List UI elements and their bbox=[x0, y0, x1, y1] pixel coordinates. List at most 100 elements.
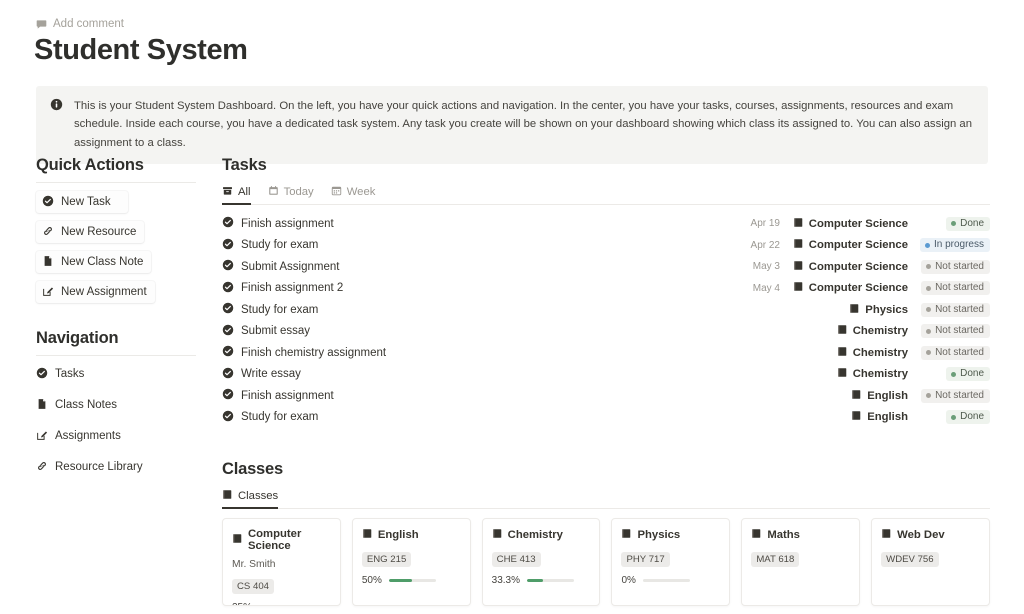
task-name: Finish assignment 2 bbox=[241, 282, 344, 294]
task-row[interactable]: Submit Assignment May 3 Computer Science… bbox=[222, 256, 990, 277]
status-label: Done bbox=[960, 368, 984, 379]
task-row[interactable]: Finish chemistry assignment Chemistry No… bbox=[222, 342, 990, 363]
task-name: Finish chemistry assignment bbox=[241, 346, 387, 359]
class-code-chip: WDEV 756 bbox=[881, 551, 939, 567]
class-card-computer-science[interactable]: Computer Science Mr. Smith CS 404 25% bbox=[222, 517, 341, 606]
status-badge: Not started bbox=[921, 259, 990, 274]
task-meta: English Not started bbox=[738, 388, 990, 403]
sidebar-item-assignments[interactable]: Assignments bbox=[36, 426, 196, 446]
quick-actions-heading: Quick Actions bbox=[36, 156, 144, 174]
progress-track bbox=[527, 578, 575, 582]
class-card-english[interactable]: English ENG 215 50% bbox=[351, 517, 471, 606]
sidebar-item-tasks[interactable]: Tasks bbox=[36, 364, 196, 384]
task-class[interactable]: English bbox=[790, 389, 908, 403]
sidebar-item-resource-library[interactable]: Resource Library bbox=[36, 457, 196, 477]
task-class[interactable]: Chemistry bbox=[790, 324, 908, 338]
tab-label: Week bbox=[346, 186, 376, 198]
tab-all[interactable]: All bbox=[222, 185, 251, 205]
task-row[interactable]: Finish assignment 2 May 4 Computer Scien… bbox=[222, 278, 990, 299]
task-name-cell: Finish assignment 2 bbox=[222, 281, 738, 296]
task-name-cell: Finish assignment bbox=[222, 388, 738, 403]
task-class[interactable]: English bbox=[790, 410, 908, 424]
task-class[interactable]: Computer Science bbox=[790, 238, 908, 252]
task-class-label: Computer Science bbox=[808, 217, 908, 230]
task-class[interactable]: Chemistry bbox=[790, 367, 908, 381]
class-card-physics[interactable]: Physics PHY 717 0% bbox=[611, 517, 731, 606]
task-class[interactable]: Computer Science bbox=[790, 217, 908, 231]
task-name: Submit Assignment bbox=[241, 260, 340, 273]
task-class-label: English bbox=[867, 411, 908, 423]
task-class-label: Chemistry bbox=[852, 368, 908, 380]
class-name: Computer Science bbox=[248, 527, 302, 552]
task-name: Submit essay bbox=[241, 325, 311, 337]
check-circle-icon bbox=[222, 367, 234, 382]
task-meta: English Done bbox=[738, 410, 990, 424]
task-class[interactable]: Chemistry bbox=[790, 346, 908, 360]
task-row[interactable]: Study for exam English Done bbox=[222, 407, 990, 428]
task-meta: Apr 22 Computer Science In progress bbox=[738, 238, 990, 252]
calendar-week-icon bbox=[331, 185, 342, 199]
classes-section: Classes Classes Computer Science Mr. Smi… bbox=[222, 460, 990, 606]
class-card-chemistry[interactable]: Chemistry CHE 413 33.3% bbox=[481, 517, 601, 606]
status-dot bbox=[926, 350, 932, 355]
task-name-cell: Write essay bbox=[222, 367, 738, 382]
tab-label: Classes bbox=[238, 489, 279, 502]
class-progress: 33.3% bbox=[492, 575, 591, 586]
quick-action-new-task[interactable]: New Task bbox=[36, 191, 128, 213]
status-badge: Done bbox=[946, 216, 990, 231]
info-icon bbox=[50, 98, 63, 116]
status-badge: Not started bbox=[921, 324, 990, 338]
class-card-grid: Computer Science Mr. Smith CS 404 25% En… bbox=[222, 517, 990, 606]
class-card-title: Maths bbox=[751, 528, 850, 542]
task-class[interactable]: Physics bbox=[790, 303, 908, 317]
book-icon bbox=[793, 238, 804, 252]
task-row[interactable]: Write essay Chemistry Done bbox=[222, 364, 990, 385]
class-teacher: Mr. Smith bbox=[232, 558, 276, 570]
task-class[interactable]: Computer Science bbox=[790, 260, 908, 274]
status-dot bbox=[926, 328, 932, 334]
task-date: May 3 bbox=[752, 261, 780, 272]
sidebar-item-class-notes[interactable]: Class Notes bbox=[36, 395, 196, 415]
status-badge-wrap: Done bbox=[918, 216, 990, 231]
quick-action-new-resource[interactable]: New Resource bbox=[36, 221, 145, 243]
task-row[interactable]: Study for exam Physics Not started bbox=[222, 299, 990, 320]
sidebar-item-label: Resource Library bbox=[55, 461, 143, 473]
task-name-cell: Submit essay bbox=[222, 324, 738, 339]
add-comment-label: Add comment bbox=[53, 18, 124, 30]
task-class[interactable]: Computer Science bbox=[790, 281, 908, 295]
tab-today[interactable]: Today bbox=[268, 185, 314, 205]
status-label: Not started bbox=[935, 303, 984, 315]
quick-action-new-assignment[interactable]: New Assignment bbox=[36, 281, 155, 303]
class-card-maths[interactable]: Maths MAT 618 bbox=[741, 517, 861, 606]
sidebar-item-label: Class Notes bbox=[55, 399, 117, 411]
add-comment-button[interactable]: Add comment bbox=[36, 18, 124, 30]
status-dot bbox=[926, 393, 932, 398]
task-row[interactable]: Study for exam Apr 22 Computer Science I… bbox=[222, 235, 990, 256]
main-content: Tasks All Today Week Finish assignment A… bbox=[222, 156, 990, 606]
task-row[interactable]: Submit essay Chemistry Not started bbox=[222, 321, 990, 342]
tab-week[interactable]: Week bbox=[331, 185, 376, 205]
book-icon bbox=[881, 528, 892, 542]
class-card-web-dev[interactable]: Web Dev WDEV 756 bbox=[871, 517, 990, 606]
sidebar-item-label: Assignments bbox=[55, 430, 121, 442]
class-card-title: Web Dev bbox=[881, 528, 980, 542]
archive-icon bbox=[222, 185, 233, 199]
sidebar-item-label: Tasks bbox=[55, 368, 85, 380]
quick-action-new-class-note[interactable]: New Class Note bbox=[36, 251, 152, 273]
class-code-chip: MAT 618 bbox=[751, 551, 800, 567]
quick-action-label: New Resource bbox=[61, 226, 137, 238]
task-row[interactable]: Finish assignment English Not started bbox=[222, 385, 990, 406]
class-card-title: Physics bbox=[621, 528, 720, 542]
link-icon bbox=[36, 460, 48, 475]
quick-action-label: New Class Note bbox=[61, 256, 144, 268]
status-badge-wrap: Not started bbox=[918, 324, 990, 338]
status-dot bbox=[926, 307, 932, 312]
task-row[interactable]: Finish assignment Apr 19 Computer Scienc… bbox=[222, 213, 990, 234]
info-callout: This is your Student System Dashboard. O… bbox=[36, 86, 988, 164]
class-card-title: Chemistry bbox=[492, 528, 591, 542]
task-date: Apr 22 bbox=[750, 239, 780, 251]
tab-classes[interactable]: Classes bbox=[222, 489, 279, 509]
progress-fill bbox=[527, 578, 543, 582]
status-badge-wrap: Done bbox=[918, 410, 990, 424]
status-dot bbox=[926, 285, 932, 291]
